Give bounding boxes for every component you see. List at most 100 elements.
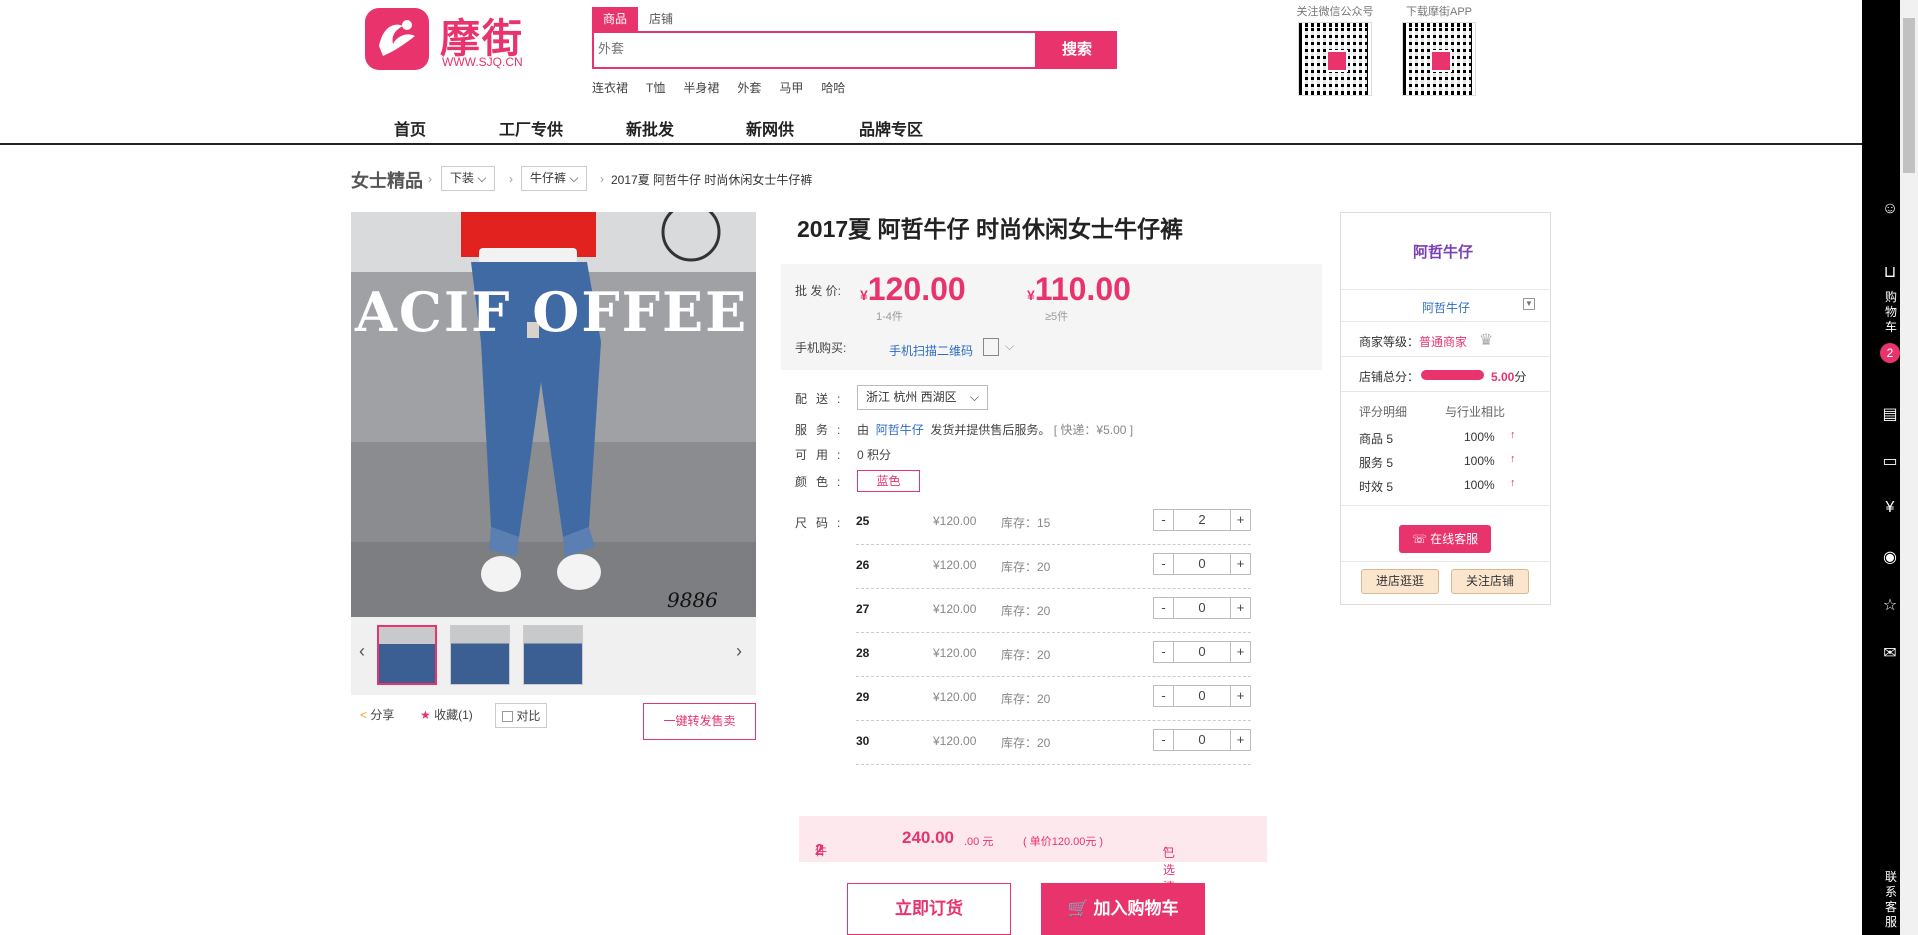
favorite-button[interactable]: ★ 收藏(1) xyxy=(420,706,473,723)
size-value: 30 xyxy=(856,734,870,748)
minus-button[interactable]: - xyxy=(1154,730,1174,750)
sidebar-cart-label[interactable]: 购物车 xyxy=(1884,290,1898,335)
plus-button[interactable]: + xyxy=(1230,510,1250,530)
plus-button[interactable]: + xyxy=(1230,554,1250,574)
yen-icon[interactable]: ¥ xyxy=(1880,499,1900,517)
plus-button[interactable]: + xyxy=(1230,598,1250,618)
hot-word[interactable]: 马甲 xyxy=(779,81,803,95)
hot-word[interactable]: 连衣裙 xyxy=(592,81,628,95)
color-option-blue[interactable]: 蓝色 xyxy=(857,470,920,492)
nav-brand[interactable]: 品牌专区 xyxy=(859,116,923,140)
compare-toggle[interactable]: 对比 xyxy=(495,703,548,728)
scrollbar-thumb[interactable] xyxy=(1903,18,1915,173)
quantity-input[interactable]: 0 xyxy=(1174,686,1230,706)
hot-word[interactable]: 半身裙 xyxy=(683,81,719,95)
minus-button[interactable]: - xyxy=(1154,510,1174,530)
star-icon[interactable]: ☆ xyxy=(1880,595,1900,615)
enter-shop-button[interactable]: 进店逛逛 xyxy=(1361,569,1439,594)
breadcrumb-select-label: 牛仔裤 xyxy=(530,171,567,185)
quantity-input[interactable]: 2 xyxy=(1174,510,1230,530)
nav-wholesale[interactable]: 新批发 xyxy=(626,116,674,140)
qr-icon[interactable] xyxy=(983,338,999,356)
hot-word[interactable]: 外套 xyxy=(737,81,761,95)
search-tab-shop[interactable]: 店铺 xyxy=(638,7,684,31)
search-input[interactable] xyxy=(598,41,1018,56)
nav-netsupply[interactable]: 新网供 xyxy=(746,116,794,140)
plus-button[interactable]: + xyxy=(1230,686,1250,706)
product-main-image[interactable]: ACIF OFFEE 9886 xyxy=(351,212,756,617)
quantity-stepper: -0 + xyxy=(1153,729,1251,751)
summary-count-unit: 件 xyxy=(815,844,828,858)
quantity-stepper: -0 + xyxy=(1153,597,1251,619)
nav-home[interactable]: 首页 xyxy=(394,116,426,140)
breadcrumb-select-subcategory[interactable]: 牛仔裤 ⌵ xyxy=(521,166,588,191)
logo-mark[interactable] xyxy=(365,8,429,70)
shop-level-label: 商家等级： xyxy=(1359,335,1420,349)
chevron-down-icon[interactable]: ▼ xyxy=(1523,298,1535,310)
favorite-label: 收藏(1) xyxy=(434,708,473,722)
plus-button[interactable]: + xyxy=(1230,730,1250,750)
minus-button[interactable]: - xyxy=(1154,598,1174,618)
service-shop-link[interactable]: 阿哲牛仔 xyxy=(876,423,924,437)
search-tab-goods[interactable]: 商品 xyxy=(592,7,639,31)
quantity-input[interactable]: 0 xyxy=(1174,598,1230,618)
mobile-qr-link[interactable]: 手机扫描二维码 xyxy=(889,342,973,359)
buy-now-button[interactable]: 立即订货 xyxy=(847,883,1011,935)
size-value: 27 xyxy=(856,602,870,616)
share-icon: < xyxy=(360,708,368,722)
color-label: 颜色: xyxy=(795,475,850,489)
hot-word[interactable]: T恤 xyxy=(646,81,665,95)
chevron-down-icon: ⌵ xyxy=(969,390,979,404)
rating-pct: 100% xyxy=(1464,454,1495,468)
ship-region-select[interactable]: 浙江 杭州 西湖区 ⌵ xyxy=(857,385,988,410)
eye-icon[interactable]: ◉ xyxy=(1880,547,1900,567)
chevron-left-icon[interactable]: ‹ xyxy=(359,641,365,662)
minus-button[interactable]: - xyxy=(1154,686,1174,706)
checkbox-icon[interactable] xyxy=(502,711,513,723)
size-value: 25 xyxy=(856,514,870,528)
search-button[interactable]: 搜索 xyxy=(1037,31,1117,69)
breadcrumb-title[interactable]: 女士精品 xyxy=(351,167,423,193)
mail-icon[interactable]: ✉ xyxy=(1880,643,1900,663)
cart-icon[interactable]: ⊔ xyxy=(1880,262,1900,282)
quantity-input[interactable]: 0 xyxy=(1174,730,1230,750)
quantity-input[interactable]: 0 xyxy=(1174,642,1230,662)
size-price: ¥120.00 xyxy=(933,734,977,748)
shop-score-bar xyxy=(1421,367,1484,381)
thumbnail[interactable] xyxy=(523,625,583,685)
shop-service-section: ☏ 在线客服 xyxy=(1341,517,1550,562)
resell-button[interactable]: 一键转发售卖 xyxy=(643,703,756,740)
shop-logo[interactable]: 阿哲牛仔 xyxy=(1413,241,1473,262)
add-to-cart-button[interactable]: 🛒 加入购物车 xyxy=(1041,883,1205,935)
clipboard-icon[interactable]: ▤ xyxy=(1880,404,1900,424)
user-icon[interactable]: ☺ xyxy=(1880,200,1900,218)
chevron-down-icon: ⌵ xyxy=(477,171,487,185)
ticket-icon[interactable]: ▭ xyxy=(1880,451,1900,471)
quantity-input[interactable]: 0 xyxy=(1174,554,1230,574)
shop-name[interactable]: 阿哲牛仔 xyxy=(1422,299,1470,316)
plus-button[interactable]: + xyxy=(1230,642,1250,662)
qr-app: 下载摩街APP xyxy=(1396,3,1482,99)
chevron-right-icon[interactable]: › xyxy=(736,641,742,662)
size-stock: 库存：20 xyxy=(1001,604,1051,618)
thumbnail[interactable] xyxy=(377,625,437,685)
minus-button[interactable]: - xyxy=(1154,642,1174,662)
price-tier-2-note: ≥5件 xyxy=(1045,311,1069,323)
service-suffix: 发货并提供售后服务。 xyxy=(930,423,1051,437)
follow-shop-button[interactable]: 关注店铺 xyxy=(1451,569,1529,594)
nav-factory[interactable]: 工厂专供 xyxy=(499,116,563,140)
search-box xyxy=(592,31,1037,69)
size-row: 29 ¥120.00 库存：20 -0 + xyxy=(856,677,1251,721)
share-button[interactable]: < 分享 xyxy=(360,706,394,723)
online-service-button[interactable]: ☏ 在线客服 xyxy=(1399,525,1491,553)
price-tier-1-note: 1-4件 xyxy=(876,311,903,323)
thumbnail[interactable] xyxy=(450,625,510,685)
sidebar-contact-label[interactable]: 联系客服 xyxy=(1884,870,1898,930)
scrollbar[interactable] xyxy=(1900,0,1918,935)
chevron-up-icon: ^ xyxy=(1163,844,1169,858)
minus-button[interactable]: - xyxy=(1154,554,1174,574)
hot-word[interactable]: 哈哈 xyxy=(821,81,845,95)
online-service-label: 在线客服 xyxy=(1430,532,1479,546)
points-label: 可用: xyxy=(795,448,850,462)
breadcrumb-select-category[interactable]: 下装 ⌵ xyxy=(441,166,496,191)
